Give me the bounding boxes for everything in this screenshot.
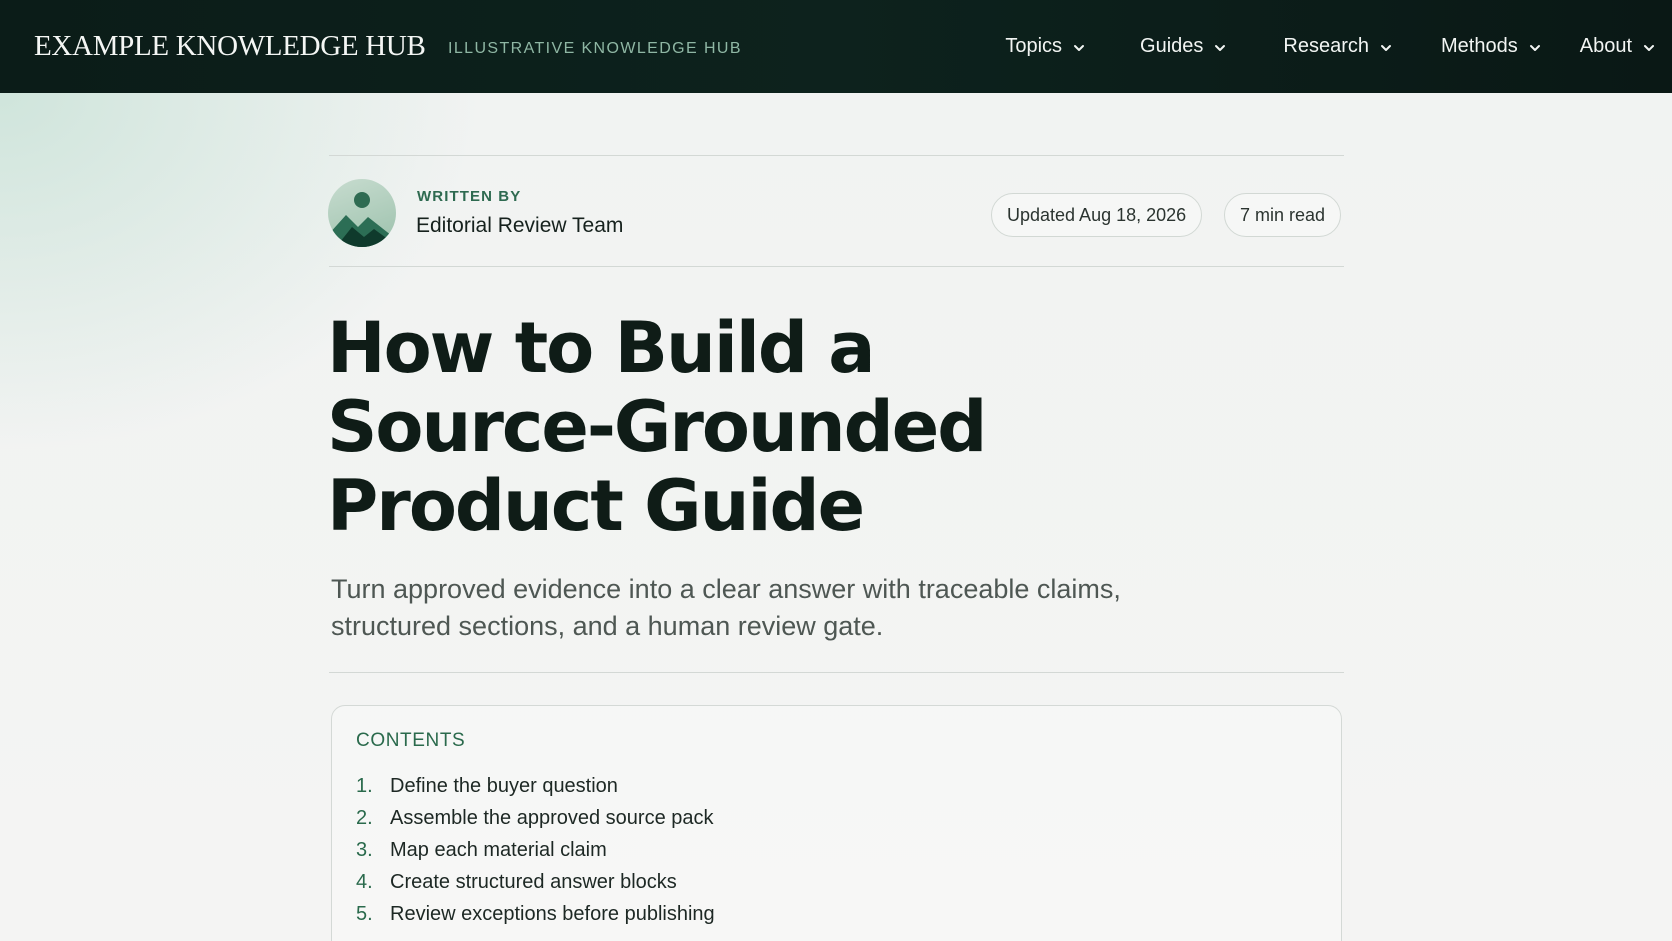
contents-heading: CONTENTS (356, 730, 466, 751)
contents-item-number: 5. (356, 902, 373, 925)
contents-item-number: 4. (356, 870, 373, 893)
written-by-label: WRITTEN BY (417, 188, 522, 205)
page-title: How to Build a Source-Grounded Product G… (327, 309, 1227, 546)
chevron-down-icon (1074, 44, 1085, 51)
chevron-down-icon (1381, 44, 1392, 51)
nav-item-label: Guides (1140, 35, 1204, 57)
contents-item-label: Create structured answer blocks (390, 870, 677, 893)
table-of-contents: CONTENTS 1. Define the buyer question 2.… (331, 705, 1342, 941)
site-header: EXAMPLE KNOWLEDGE HUB ILLUSTRATIVE KNOWL… (0, 0, 1672, 93)
mountain-person-avatar-icon (328, 192, 396, 247)
nav-item-label: Research (1283, 35, 1370, 57)
divider (329, 672, 1344, 673)
author-avatar (328, 179, 396, 247)
contents-item-label: Review exceptions before publishing (390, 902, 715, 925)
page-title-line: Source-Grounded (327, 386, 987, 468)
chevron-down-icon (1215, 44, 1226, 51)
author-name[interactable]: Editorial Review Team (416, 214, 623, 238)
nav-item-topics[interactable]: Topics (1005, 35, 1086, 58)
contents-list: 1. Define the buyer question 2. Assemble… (356, 770, 715, 930)
page-title-line: Product Guide (327, 465, 865, 547)
divider (329, 155, 1344, 156)
nav-item-guides[interactable]: Guides (1140, 35, 1227, 58)
contents-item-label: Define the buyer question (390, 774, 618, 797)
brand-logo[interactable]: EXAMPLE KNOWLEDGE HUB (34, 30, 426, 63)
page-title-line: How to Build a (327, 307, 876, 389)
main-nav: Topics Guides Research Methods About (1005, 0, 1656, 93)
contents-item-label: Assemble the approved source pack (390, 806, 714, 829)
chevron-down-icon (1529, 44, 1540, 51)
page-subtitle-line: Turn approved evidence into a clear answ… (331, 574, 1121, 604)
updated-date-badge: Updated Aug 18, 2026 (991, 193, 1203, 237)
contents-item-number: 2. (356, 806, 373, 829)
site-tagline: ILLUSTRATIVE KNOWLEDGE HUB (448, 40, 742, 57)
contents-item-number: 3. (356, 838, 373, 861)
contents-item[interactable]: 4. Create structured answer blocks (356, 866, 715, 898)
read-time-badge: 7 min read (1224, 193, 1342, 237)
contents-item[interactable]: 2. Assemble the approved source pack (356, 802, 715, 834)
contents-item-label: Map each material claim (390, 838, 607, 861)
nav-item-methods[interactable]: Methods (1441, 35, 1542, 58)
contents-item-number: 1. (356, 774, 373, 797)
page-subtitle: Turn approved evidence into a clear answ… (331, 571, 1191, 645)
nav-item-label: Topics (1005, 35, 1063, 57)
page-subtitle-line: structured sections, and a human review … (331, 611, 884, 641)
nav-item-about[interactable]: About (1580, 35, 1656, 58)
divider (329, 266, 1344, 267)
contents-item[interactable]: 3. Map each material claim (356, 834, 715, 866)
contents-item[interactable]: 5. Review exceptions before publishing (356, 898, 715, 930)
nav-item-research[interactable]: Research (1283, 35, 1393, 58)
contents-item[interactable]: 1. Define the buyer question (356, 770, 715, 802)
nav-item-label: Methods (1441, 35, 1518, 57)
nav-item-label: About (1579, 35, 1632, 57)
chevron-down-icon (1644, 44, 1654, 51)
